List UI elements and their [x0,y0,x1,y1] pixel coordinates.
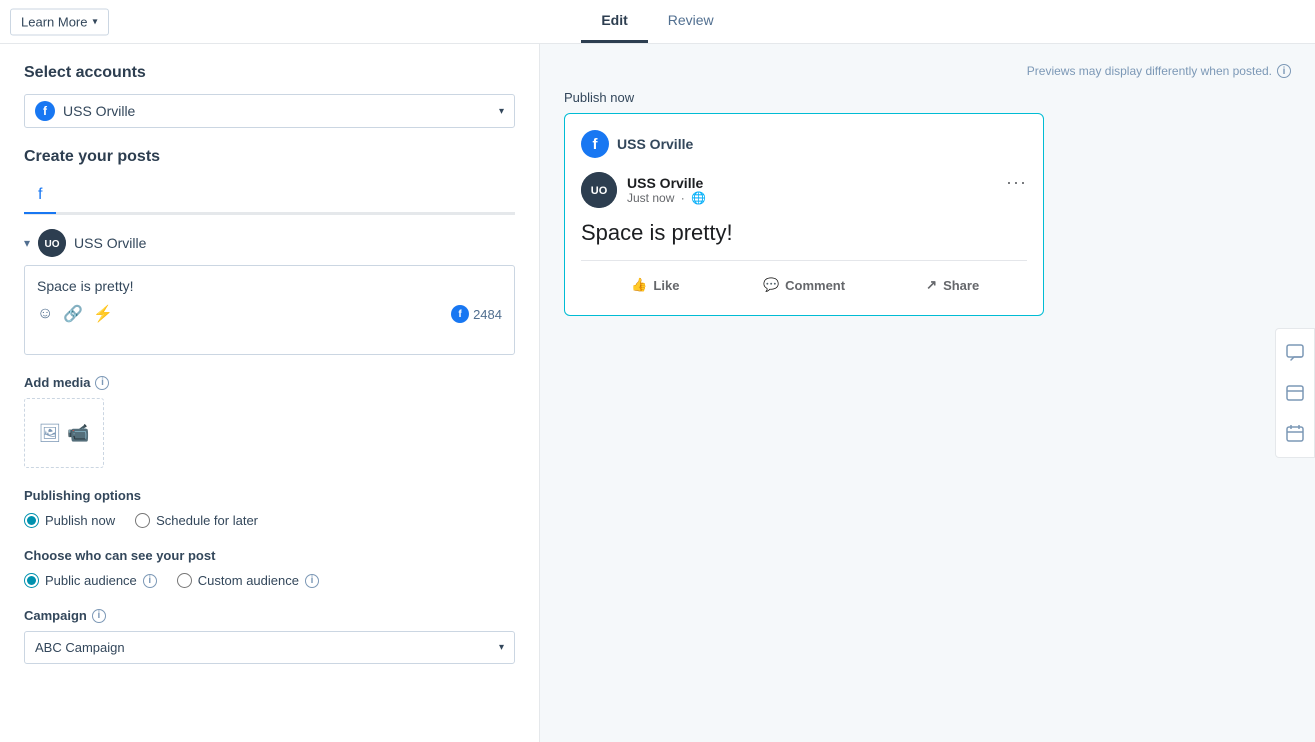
publish-now-label: Publish now [45,513,115,528]
campaign-info-icon[interactable]: i [92,609,106,623]
account-select-left: f USS Orville [35,101,135,121]
attach-icon[interactable]: 🔗 [63,304,83,324]
publishing-options-label: Publishing options [24,488,515,503]
preview-name-time: USS Orville Just now · 🌐 [627,175,706,205]
image-upload-icon: 🖼 [38,423,61,444]
add-media-section: Add media i 🖼 📹 [24,375,515,468]
publishing-options-radio-group: Publish now Schedule for later [24,513,515,528]
campaign-select-dropdown[interactable]: ABC Campaign ▾ [24,631,515,664]
share-icon: ↗ [926,277,937,293]
selected-account-name: USS Orville [63,103,135,119]
svg-text:UO: UO [45,239,60,250]
custom-audience-option[interactable]: Custom audience i [177,573,319,588]
main-tabs: Edit Review [581,0,733,43]
custom-audience-info-icon[interactable]: i [305,574,319,588]
preview-note: Previews may display differently when po… [564,64,1291,78]
preview-avatar: UO [581,172,617,208]
left-panel: Select accounts f USS Orville ▾ Create y… [0,44,540,742]
like-label: Like [653,278,679,293]
preview-more-options[interactable]: ··· [1006,172,1027,193]
publish-now-radio[interactable] [24,513,39,528]
facebook-icon-small: f [35,101,55,121]
post-section: ▾ UO USS Orville Space is pretty! ☺ 🔗 ⚡ [24,229,515,355]
audience-label: Choose who can see your post [24,548,515,563]
custom-audience-radio[interactable] [177,573,192,588]
preview-post-header: UO USS Orville Just now · 🌐 ··· [581,172,1027,208]
campaign-chevron: ▾ [499,642,504,653]
preview-post-text: Space is pretty! [581,220,1027,246]
comment-icon: 💬 [763,277,779,293]
preview-account-info: UO USS Orville Just now · 🌐 [581,172,706,208]
schedule-later-label: Schedule for later [156,513,258,528]
char-count-value: 2484 [473,307,502,322]
campaign-value: ABC Campaign [35,640,125,655]
globe-icon: 🌐 [691,191,706,205]
schedule-later-radio[interactable] [135,513,150,528]
publishing-options-section: Publishing options Publish now Schedule … [24,488,515,528]
post-account-name: USS Orville [74,235,146,251]
sidebar-calendar-icon[interactable] [1279,417,1311,449]
main-layout: Select accounts f USS Orville ▾ Create y… [0,44,1315,742]
right-panel: Previews may display differently when po… [540,44,1315,742]
sidebar-chat-icon[interactable] [1279,337,1311,369]
public-audience-info-icon[interactable]: i [143,574,157,588]
learn-more-button[interactable]: Learn More ▾ [10,8,109,35]
post-text-area[interactable]: Space is pretty! ☺ 🔗 ⚡ f 2484 [24,265,515,355]
post-toolbar: ☺ 🔗 ⚡ f 2484 [37,304,502,324]
post-account-header: ▾ UO USS Orville [24,229,515,257]
select-accounts-title: Select accounts [24,64,515,82]
post-toolbar-icons: ☺ 🔗 ⚡ [37,304,113,324]
svg-text:UO: UO [591,185,608,197]
comment-label: Comment [785,278,845,293]
media-upload-box[interactable]: 🖼 📹 [24,398,104,468]
account-select-chevron: ▾ [499,106,504,117]
preview-info-icon[interactable]: i [1277,64,1291,78]
platform-tab-facebook[interactable]: f [24,178,56,214]
share-action[interactable]: ↗ Share [878,271,1027,299]
top-bar: Learn More ▾ Edit Review [0,0,1315,44]
video-upload-icon: 📹 [67,423,89,444]
sidebar-browser-icon[interactable] [1279,377,1311,409]
publish-label: Publish now [564,90,1291,105]
account-select-dropdown[interactable]: f USS Orville ▾ [24,94,515,128]
campaign-section: Campaign i ABC Campaign ▾ [24,608,515,664]
public-audience-option[interactable]: Public audience i [24,573,157,588]
post-account-avatar: UO [38,229,66,257]
preview-time: Just now · 🌐 [627,191,706,205]
public-audience-radio[interactable] [24,573,39,588]
post-text-content[interactable]: Space is pretty! [37,278,502,294]
learn-more-label: Learn More [21,14,87,29]
custom-audience-label: Custom audience [198,573,299,588]
like-icon: 👍 [631,277,647,293]
public-audience-label: Public audience [45,573,137,588]
emoji-icon[interactable]: ☺ [37,305,53,323]
right-sidebar [1275,328,1315,458]
char-count: f 2484 [451,305,502,323]
add-media-info-icon[interactable]: i [95,376,109,390]
tab-review[interactable]: Review [648,0,734,43]
schedule-later-option[interactable]: Schedule for later [135,513,258,528]
preview-account-name: USS Orville [627,175,706,191]
publish-now-option[interactable]: Publish now [24,513,115,528]
comment-action[interactable]: 💬 Comment [730,271,879,299]
preview-facebook-icon: f [581,130,609,158]
like-action[interactable]: 👍 Like [581,271,730,299]
campaign-label: Campaign i [24,608,515,623]
add-media-label: Add media i [24,375,515,390]
lightning-icon[interactable]: ⚡ [93,304,113,324]
preview-platform-name: USS Orville [617,136,693,152]
preview-card: f USS Orville UO USS Orville Just [564,113,1044,316]
create-posts-title: Create your posts [24,148,515,166]
preview-actions: 👍 Like 💬 Comment ↗ Share [581,260,1027,299]
platform-tabs: f [24,178,515,215]
audience-section: Choose who can see your post Public audi… [24,548,515,588]
audience-radio-group: Public audience i Custom audience i [24,573,515,588]
post-section-chevron[interactable]: ▾ [24,236,30,250]
tab-edit[interactable]: Edit [581,0,647,43]
preview-card-header: f USS Orville [581,130,1027,158]
share-label: Share [943,278,979,293]
facebook-char-count-icon: f [451,305,469,323]
learn-more-chevron: ▾ [92,16,97,27]
